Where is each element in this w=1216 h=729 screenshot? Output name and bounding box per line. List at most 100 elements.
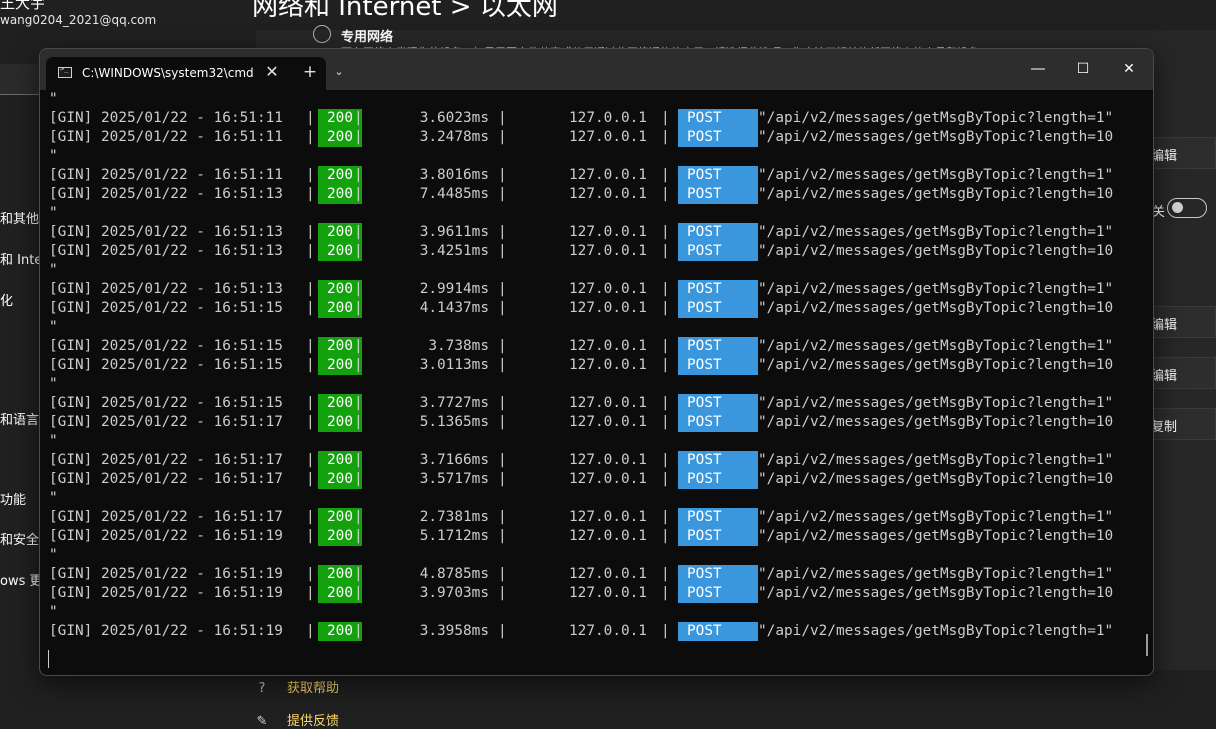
client-ip: 127.0.0.1 <box>569 566 647 582</box>
tab-close-icon[interactable]: ✕ <box>260 60 284 84</box>
feedback-icon: ✎ <box>256 714 268 729</box>
method-badge: POST <box>678 337 758 356</box>
user-name: 王大宇 <box>0 0 46 12</box>
log-latency: 4.8785ms <box>419 566 489 582</box>
log-latency: 5.1712ms <box>419 528 489 544</box>
separator: | <box>498 566 507 582</box>
separator: | <box>661 110 670 126</box>
log-line: [GIN] 2025/01/22 - 16:51:13 | 200 | 2.9914ms |… <box>49 280 1149 299</box>
method-badge: POST <box>678 223 758 242</box>
separator: | <box>498 509 507 525</box>
get-help-label: 获取帮助 <box>287 681 340 696</box>
sidebar-search-input[interactable] <box>0 64 40 95</box>
separator: | <box>498 129 507 145</box>
request-path: "/api/v2/messages/getMsgByTopic?length=1… <box>758 357 1114 373</box>
separator: | <box>661 338 670 354</box>
minimize-button[interactable]: ― <box>1016 55 1060 83</box>
log-latency: 7.4485ms <box>419 186 489 202</box>
log-latency: 3.9703ms <box>419 585 489 601</box>
request-path: "/api/v2/messages/getMsgByTopic?length=1… <box>758 338 1114 354</box>
log-line: [GIN] 2025/01/22 - 16:51:17 | 200 | 3.7166ms |… <box>49 451 1149 470</box>
client-ip: 127.0.0.1 <box>569 338 647 354</box>
get-help-link[interactable]: ? 获取帮助 <box>253 677 339 696</box>
client-ip: 127.0.0.1 <box>569 357 647 373</box>
give-feedback-link[interactable]: ✎ 提供反馈 <box>253 710 339 729</box>
tab-dropdown-button[interactable]: ⌄ <box>330 62 348 82</box>
method-badge: POST <box>678 451 758 470</box>
log-line: [GIN] 2025/01/22 - 16:51:17 | 200 | 2.7381ms |… <box>49 508 1149 527</box>
page-title: 网络和 Internet > 以太网 <box>252 0 558 22</box>
new-tab-button[interactable]: + <box>300 62 320 82</box>
separator: | <box>498 281 507 297</box>
method-badge: POST <box>678 622 758 641</box>
client-ip: 127.0.0.1 <box>569 129 647 145</box>
terminal-tab[interactable]: C:\WINDOWS\system32\cmd.exe ✕ <box>46 57 326 91</box>
log-latency: 3.7166ms <box>419 452 489 468</box>
separator: | <box>661 414 670 430</box>
separator: | <box>498 452 507 468</box>
log-latency: 3.6023ms <box>419 110 489 126</box>
separator: | <box>661 395 670 411</box>
method-badge: POST <box>678 299 758 318</box>
log-line: [GIN] 2025/01/22 - 16:51:11 | 200 | 3.8016ms |… <box>49 166 1149 185</box>
client-ip: 127.0.0.1 <box>569 452 647 468</box>
metered-toggle[interactable] <box>1167 198 1207 218</box>
log-latency: 5.1365ms <box>419 414 489 430</box>
request-path: "/api/v2/messages/getMsgByTopic?length=1… <box>758 528 1114 544</box>
log-line-fragment: " <box>49 604 58 620</box>
method-badge: POST <box>678 584 758 603</box>
request-path: "/api/v2/messages/getMsgByTopic?length=1… <box>758 585 1114 601</box>
log-line-fragment: " <box>49 490 58 506</box>
separator: | <box>498 585 507 601</box>
separator: | <box>661 300 670 316</box>
log-line-fragment: " <box>49 433 58 449</box>
client-ip: 127.0.0.1 <box>569 167 647 183</box>
log-latency: 3.5717ms <box>419 471 489 487</box>
client-ip: 127.0.0.1 <box>569 528 647 544</box>
sidebar-item-5[interactable]: 和安全 <box>0 529 39 548</box>
separator: | <box>661 243 670 259</box>
log-latency: 3.8016ms <box>419 167 489 183</box>
separator: | <box>498 338 507 354</box>
method-badge: POST <box>678 413 758 432</box>
log-latency: 3.4251ms <box>419 243 489 259</box>
private-network-radio[interactable] <box>313 25 331 43</box>
separator: | <box>661 623 670 639</box>
console-output[interactable]: " [GIN] 2025/01/22 - 16:51:11 | 200 | 3.6023ms… <box>40 90 1153 675</box>
method-badge: POST <box>678 527 758 546</box>
request-path: "/api/v2/messages/getMsgByTopic?length=1… <box>758 281 1114 297</box>
terminal-window[interactable]: C:\WINDOWS\system32\cmd.exe ✕ + ⌄ ― ☐ ✕ … <box>39 48 1154 676</box>
sidebar-item-2[interactable]: 化 <box>0 290 13 309</box>
separator: | <box>661 281 670 297</box>
log-line: [GIN] 2025/01/22 - 16:51:17 | 200 | 3.5717ms |… <box>49 470 1149 489</box>
client-ip: 127.0.0.1 <box>569 186 647 202</box>
separator: | <box>498 186 507 202</box>
log-line: [GIN] 2025/01/22 - 16:51:17 | 200 | 5.1365ms |… <box>49 413 1149 432</box>
client-ip: 127.0.0.1 <box>569 471 647 487</box>
tab-title: C:\WINDOWS\system32\cmd.exe <box>82 66 254 80</box>
log-line: [GIN] 2025/01/22 - 16:51:11 | 200 | 3.2478ms |… <box>49 128 1149 147</box>
request-path: "/api/v2/messages/getMsgByTopic?length=1… <box>758 395 1114 411</box>
separator: | <box>661 471 670 487</box>
log-line-fragment: " <box>49 205 58 221</box>
request-path: "/api/v2/messages/getMsgByTopic?length=1… <box>758 186 1114 202</box>
method-badge: POST <box>678 166 758 185</box>
maximize-button[interactable]: ☐ <box>1061 55 1105 83</box>
sidebar-item-4[interactable]: 功能 <box>0 489 26 508</box>
client-ip: 127.0.0.1 <box>569 509 647 525</box>
separator: | <box>661 566 670 582</box>
sidebar-item-3[interactable]: 和语言 <box>0 409 39 428</box>
log-line: [GIN] 2025/01/22 - 16:51:19 | 200 | 3.3958ms |… <box>49 622 1149 641</box>
close-button[interactable]: ✕ <box>1107 55 1151 83</box>
terminal-titlebar[interactable]: C:\WINDOWS\system32\cmd.exe ✕ + ⌄ ― ☐ ✕ <box>40 49 1153 91</box>
log-line-fragment: " <box>49 262 58 278</box>
log-line: [GIN] 2025/01/22 - 16:51:19 | 200 | 3.9703ms |… <box>49 584 1149 603</box>
log-latency: 3.9611ms <box>419 224 489 240</box>
request-path: "/api/v2/messages/getMsgByTopic?length=1… <box>758 471 1114 487</box>
request-path: "/api/v2/messages/getMsgByTopic?length=1… <box>758 300 1114 316</box>
client-ip: 127.0.0.1 <box>569 281 647 297</box>
private-network-label: 专用网络 <box>341 30 394 45</box>
log-latency: 3.0113ms <box>419 357 489 373</box>
log-latency: 3.3958ms <box>419 623 489 639</box>
help-icon: ? <box>258 681 266 696</box>
